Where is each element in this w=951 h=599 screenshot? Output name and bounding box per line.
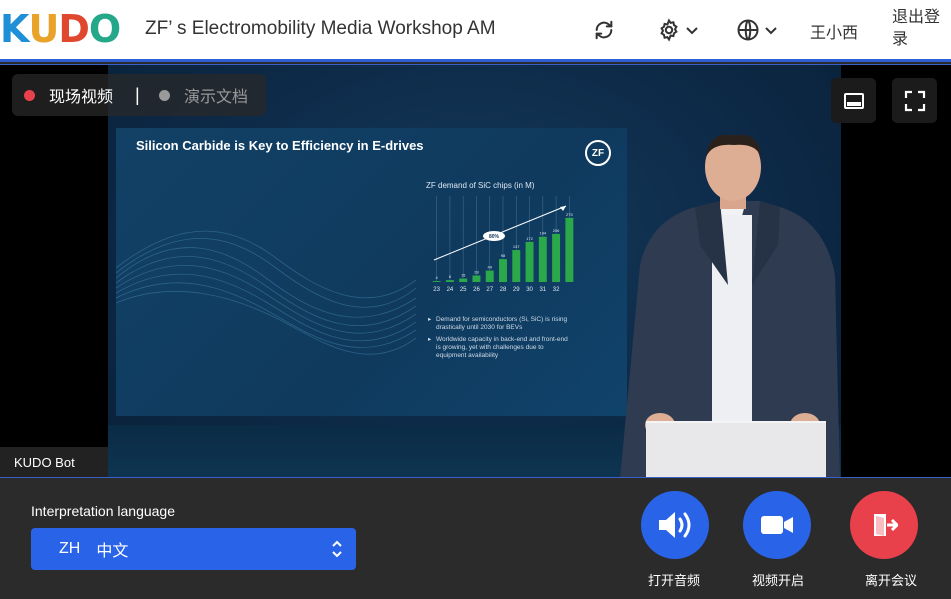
slide-bullets: Demand for semiconductors (Si, SiC) is r… [428, 316, 568, 364]
chart-data-label: 28 [474, 269, 479, 274]
inactive-dot-icon [159, 89, 170, 101]
chart-bar [565, 217, 574, 282]
gear-icon [660, 18, 678, 42]
chart-tick-label: 28 [500, 287, 507, 293]
presentation-slide: Silicon Carbide is Key to Efficiency in … [116, 128, 627, 416]
chart-tick-label: 26 [473, 287, 480, 293]
speaker-icon [659, 512, 691, 538]
leave-meeting-button[interactable] [850, 491, 918, 559]
chart-bar [459, 278, 468, 282]
refresh-button[interactable] [593, 16, 615, 44]
chart-tick-label: 29 [513, 287, 520, 293]
chart-tick-label: 32 [553, 287, 560, 293]
chart-bar [538, 236, 547, 282]
kudo-logo: K U D O [0, 7, 121, 51]
chart-bar [472, 275, 481, 282]
chart-data-label: 137 [513, 244, 520, 249]
fullscreen-icon [904, 90, 925, 111]
chart-tick-label: 23 [433, 287, 440, 293]
view-tabs: 现场视频 | 演示文档 [12, 74, 266, 116]
chart-data-label: 8 [449, 274, 452, 279]
audio-button-label: 打开音频 [648, 573, 701, 588]
camera-icon [761, 516, 793, 534]
participant-name-label: KUDO Bot [0, 447, 108, 477]
tab-label: 现场视频 [49, 89, 114, 106]
sic-demand-chart: 4 8 15 28 49 98 137 172 194 206 275 23 24 25 26 27 28 29 3… [432, 196, 574, 293]
chart-bar [552, 233, 561, 282]
lang-name: 中文 [96, 543, 129, 560]
leave-icon [874, 514, 898, 536]
zf-logo: ZF [585, 140, 611, 166]
video-button-label: 视频开启 [752, 573, 805, 588]
interpretation-language-label: Interpretation language [31, 503, 175, 519]
globe-icon [737, 19, 759, 41]
control-bar: Interpretation language ZH 中文 打开音频 视频开启 [0, 479, 951, 599]
chart-data-label: 98 [501, 253, 506, 258]
tab-separator: | [135, 85, 140, 105]
chart-data-label: 49 [488, 265, 493, 270]
podium [646, 421, 826, 477]
chart-bar [485, 270, 494, 282]
logo-letter-k: K [0, 7, 29, 51]
chart-data-label: 275 [566, 212, 573, 217]
select-updown-icon [332, 540, 342, 558]
chart-bar [432, 281, 441, 282]
chart-bar [512, 250, 521, 282]
chart-data-label: 206 [553, 228, 560, 233]
logo-letter-u: U [28, 7, 59, 51]
chart-tick-label: 25 [460, 287, 467, 293]
interpretation-language-select[interactable]: ZH 中文 [31, 528, 356, 570]
chart-data-label: 194 [539, 231, 546, 236]
slide-bullet: Demand for semiconductors (Si, SiC) is r… [428, 316, 568, 332]
chart-bar [525, 241, 534, 282]
chart-title: ZF demand of SiC chips (in M) [426, 181, 535, 190]
chart-tick-label: 24 [447, 287, 454, 293]
user-name: 王小西 [810, 25, 859, 42]
logout-button[interactable]: 退出登录 [892, 7, 944, 51]
logo-letter-d: D [58, 7, 90, 51]
fullscreen-button[interactable] [892, 78, 937, 123]
subtitle-button[interactable] [831, 78, 876, 123]
refresh-icon [595, 20, 613, 40]
app-window: K U D O ZF’ s Electromobility Media Work… [0, 0, 951, 599]
chart-bar [499, 259, 507, 282]
tab-label: 演示文档 [184, 89, 249, 106]
video-panel: Silicon Carbide is Key to Efficiency in … [0, 64, 951, 478]
language-menu[interactable] [736, 16, 778, 44]
header-bar: K U D O ZF’ s Electromobility Media Work… [0, 0, 951, 62]
video-button[interactable] [743, 491, 811, 559]
chart-cagr-label: 80% [489, 234, 500, 240]
slide-title: Silicon Carbide is Key to Efficiency in … [136, 138, 424, 153]
chart-data-label: 172 [526, 236, 533, 241]
chart-tick-label: 31 [539, 287, 546, 293]
chart-tick-label: 30 [526, 287, 533, 293]
slide-bullet: Worldwide capacity in back-end and front… [428, 336, 568, 360]
tab-presentation-doc[interactable]: 演示文档 [159, 83, 248, 107]
slide-wave-graphic [116, 230, 416, 355]
chevron-down-icon [765, 27, 777, 35]
lang-code: ZH [59, 540, 81, 557]
tab-live-video[interactable]: 现场视频 [24, 83, 113, 107]
live-dot-icon [24, 89, 35, 101]
meeting-title: ZF’ s Electromobility Media Workshop AM [145, 18, 496, 39]
subtitle-icon [843, 92, 864, 109]
chart-tick-label: 27 [486, 287, 493, 293]
leave-button-label: 离开会议 [865, 573, 918, 588]
settings-menu[interactable] [657, 16, 699, 44]
chart-data-label: 15 [461, 273, 466, 278]
logo-letter-o: O [88, 7, 121, 51]
chart-bar [445, 280, 454, 282]
chevron-down-icon [686, 27, 698, 35]
chart-data-label: 4 [436, 275, 439, 280]
audio-button[interactable] [641, 491, 709, 559]
